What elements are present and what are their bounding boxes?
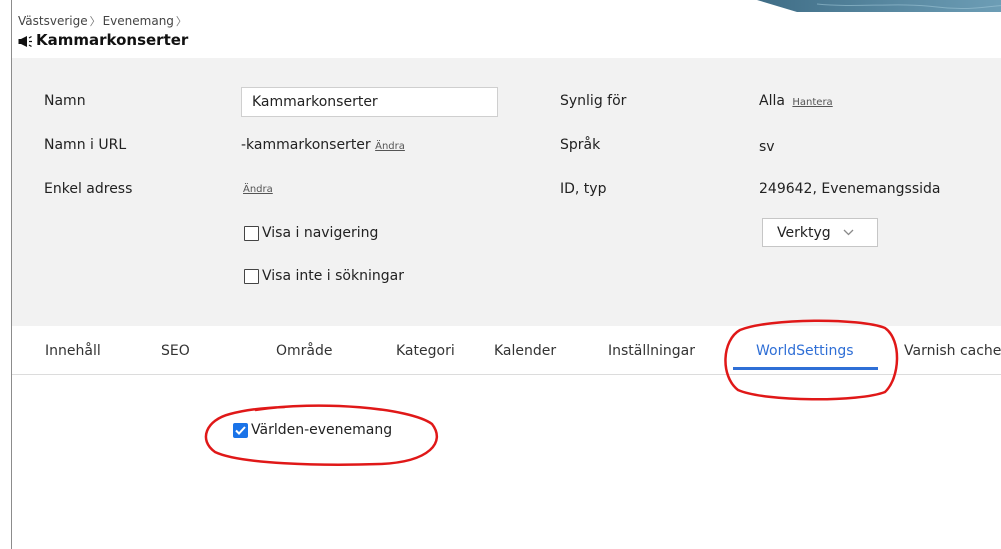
- megaphone-icon: [18, 34, 33, 47]
- breadcrumb-item-evenemang[interactable]: Evenemang: [103, 14, 174, 28]
- tab-varnish-cache[interactable]: Varnish cache: [904, 343, 1001, 359]
- url-name-value: -kammarkonserter Ändra: [241, 137, 405, 153]
- page-header: Västsverige 〉 Evenemang 〉 Kammarkonserter: [12, 0, 1001, 58]
- url-name-text: -kammarkonserter: [241, 137, 371, 153]
- breadcrumb: Västsverige 〉 Evenemang 〉: [18, 13, 189, 29]
- name-input[interactable]: [241, 87, 498, 117]
- visible-for-label: Synlig för: [560, 93, 627, 109]
- visible-for-text: Alla: [759, 93, 785, 109]
- tab-kalender[interactable]: Kalender: [494, 343, 556, 359]
- show-in-navigation-label: Visa i navigering: [262, 225, 379, 241]
- hide-in-search-label: Visa inte i sökningar: [262, 268, 404, 284]
- world-events-label: Världen-evenemang: [251, 422, 393, 438]
- properties-panel: Namn Namn i URL -kammarkonserter Ändra E…: [12, 58, 1001, 326]
- url-name-label: Namn i URL: [44, 137, 127, 153]
- show-in-navigation-checkbox[interactable]: Visa i navigering: [244, 225, 378, 241]
- name-label: Namn: [44, 93, 86, 109]
- id-type-value: 249642, Evenemangssida: [759, 181, 941, 197]
- chevron-down-icon: [843, 226, 854, 239]
- active-tab-indicator: [733, 367, 878, 370]
- chevron-right-icon: 〉: [175, 15, 187, 28]
- world-events-checkbox[interactable]: Världen-evenemang: [233, 422, 392, 438]
- hide-in-search-checkbox[interactable]: Visa inte i sökningar: [244, 268, 404, 284]
- banner-decoration: [757, 0, 1001, 12]
- manage-link[interactable]: Hantera: [792, 97, 832, 108]
- id-type-label: ID, typ: [560, 181, 607, 197]
- simple-address-change-link[interactable]: Ändra: [243, 184, 273, 195]
- tab-bar: Innehåll SEO Område Kategori Kalender In…: [12, 326, 1001, 375]
- page-title-text: Kammarkonserter: [36, 31, 189, 49]
- checkbox-checked-icon: [233, 422, 248, 438]
- tab-omrade[interactable]: Område: [276, 343, 333, 359]
- tools-dropdown-label: Verktyg: [777, 224, 831, 241]
- breadcrumb-item-vastsverige[interactable]: Västsverige: [18, 14, 88, 28]
- tools-dropdown[interactable]: Verktyg: [762, 218, 878, 247]
- url-change-link[interactable]: Ändra: [375, 141, 405, 152]
- language-label: Språk: [560, 137, 601, 153]
- checkbox-unchecked-icon: [244, 268, 259, 284]
- tab-worldsettings[interactable]: WorldSettings: [756, 343, 854, 359]
- language-value: sv: [759, 139, 775, 155]
- visible-for-value: Alla Hantera: [759, 93, 833, 109]
- tab-seo[interactable]: SEO: [161, 343, 190, 359]
- tab-innehall[interactable]: Innehåll: [45, 343, 101, 359]
- tab-kategori[interactable]: Kategori: [396, 343, 455, 359]
- chevron-right-icon: 〉: [89, 15, 101, 28]
- worldsettings-content: Världen-evenemang: [12, 375, 1001, 549]
- simple-address-label: Enkel adress: [44, 181, 133, 197]
- tab-installningar[interactable]: Inställningar: [608, 343, 695, 359]
- page-title: Kammarkonserter: [18, 31, 188, 49]
- checkbox-unchecked-icon: [244, 225, 259, 241]
